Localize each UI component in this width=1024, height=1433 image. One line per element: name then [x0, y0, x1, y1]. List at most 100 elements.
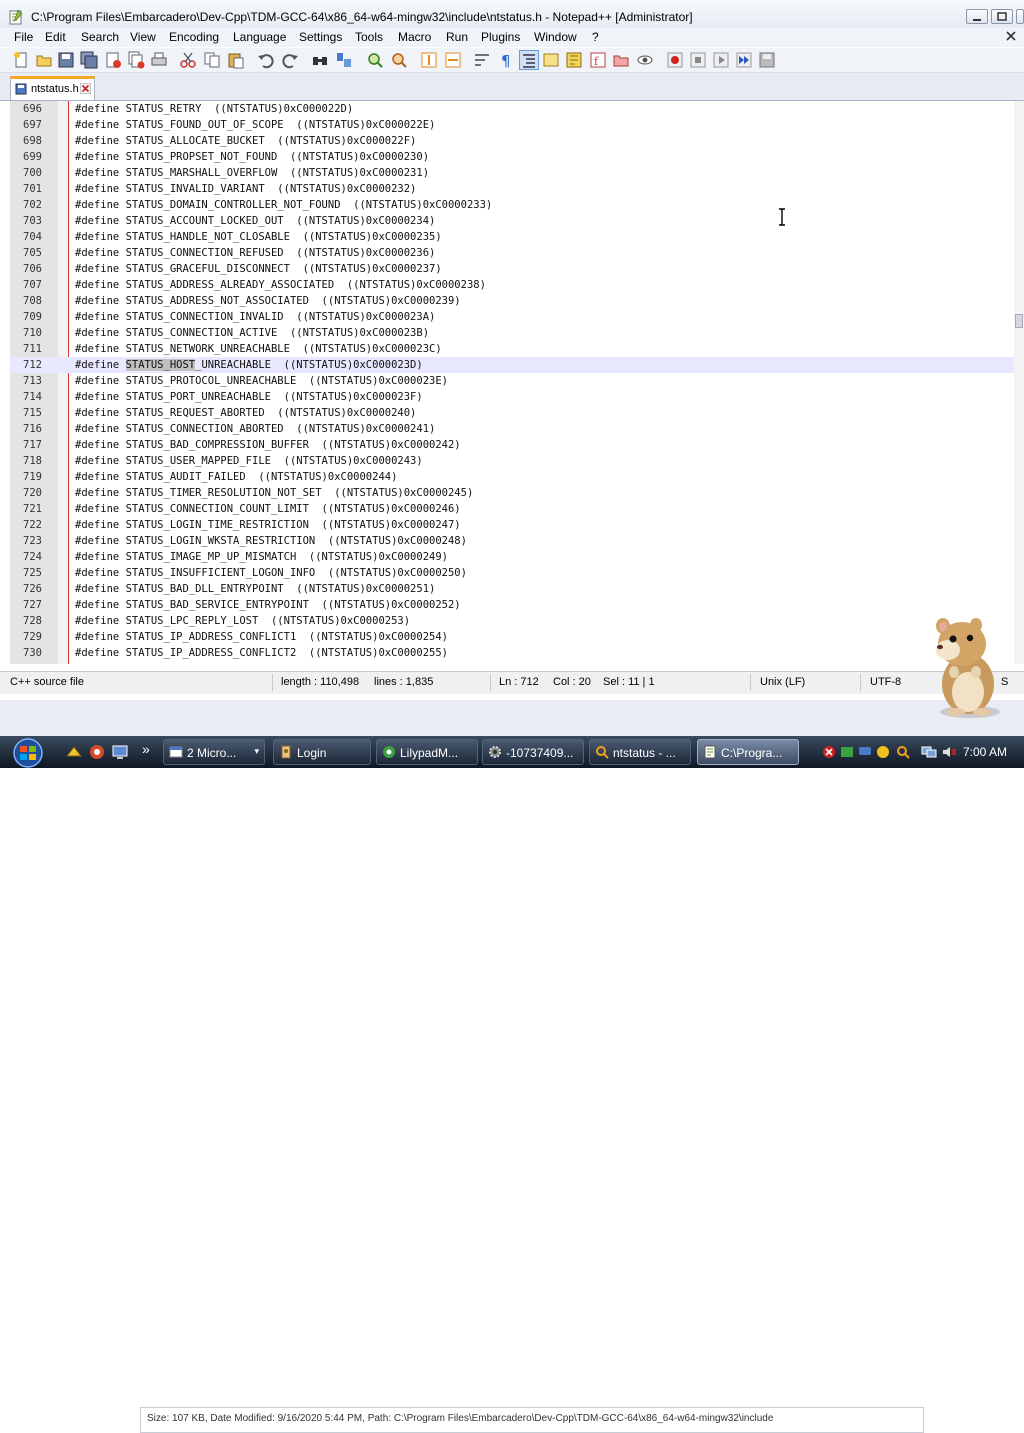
code-line[interactable]: 696 #define STATUS_RETRY ((NTSTATUS)0xC00… [10, 101, 1014, 117]
show-all-chars-icon[interactable]: ¶ [497, 51, 515, 69]
code-line[interactable]: 730 #define STATUS_IP_ADDRESS_CONFLICT2 (… [10, 645, 1014, 661]
code-line[interactable]: 697 #define STATUS_FOUND_OUT_OF_SCOPE ((N… [10, 117, 1014, 133]
code-line[interactable]: 705 #define STATUS_CONNECTION_REFUSED ((N… [10, 245, 1014, 261]
folder-workspace-icon[interactable] [612, 51, 630, 69]
quicklaunch-overflow[interactable]: » [142, 741, 158, 757]
code-line[interactable]: 710 #define STATUS_CONNECTION_ACTIVE ((NT… [10, 325, 1014, 341]
code-line[interactable]: 712 #define STATUS_HOST_UNREACHABLE ((NTS… [10, 357, 1014, 373]
menu-help[interactable]: ? [592, 30, 599, 44]
copy-icon[interactable] [203, 51, 221, 69]
stop-macro-icon[interactable] [689, 51, 707, 69]
code-line[interactable]: 721 #define STATUS_CONNECTION_COUNT_LIMIT… [10, 501, 1014, 517]
find-icon[interactable] [311, 51, 329, 69]
code-line[interactable]: 724 #define STATUS_IMAGE_MP_UP_MISMATCH (… [10, 549, 1014, 565]
code-line[interactable]: 727 #define STATUS_BAD_SERVICE_ENTRYPOINT… [10, 597, 1014, 613]
code-line[interactable]: 722 #define STATUS_LOGIN_TIME_RESTRICTION… [10, 517, 1014, 533]
close-tab-icon[interactable] [80, 83, 91, 94]
paste-icon[interactable] [227, 51, 245, 69]
menu-view[interactable]: View [130, 30, 156, 44]
zoom-in-icon[interactable] [366, 51, 384, 69]
code-line[interactable]: 699 #define STATUS_PROPSET_NOT_FOUND ((NT… [10, 149, 1014, 165]
menu-plugins[interactable]: Plugins [481, 30, 520, 44]
save-all-icon[interactable] [80, 51, 98, 69]
save-macro-icon[interactable] [758, 51, 776, 69]
show-desktop-icon[interactable] [112, 744, 128, 760]
tray-chat-icon[interactable] [857, 744, 873, 760]
task-notepadpp[interactable]: C:\Progra... [697, 739, 799, 765]
close-button[interactable] [1016, 9, 1024, 24]
menu-tools[interactable]: Tools [355, 30, 383, 44]
code-editor[interactable]: 696 #define STATUS_RETRY ((NTSTATUS)0xC00… [10, 101, 1014, 664]
task-micro[interactable]: 2 Micro... ▾ [163, 739, 265, 765]
clock[interactable]: 7:00 AM [963, 745, 1007, 759]
tab-ntstatus[interactable]: ntstatus.h [10, 76, 95, 100]
code-line[interactable]: 720 #define STATUS_TIMER_RESOLUTION_NOT_S… [10, 485, 1014, 501]
task-ntstatus-search[interactable]: ntstatus - ... [589, 739, 691, 765]
code-line[interactable]: 708 #define STATUS_ADDRESS_NOT_ASSOCIATED… [10, 293, 1014, 309]
play-macro-icon[interactable] [712, 51, 730, 69]
menu-encoding[interactable]: Encoding [169, 30, 219, 44]
menu-settings[interactable]: Settings [299, 30, 342, 44]
start-button-icon[interactable] [8, 738, 48, 768]
code-line[interactable]: 729 #define STATUS_IP_ADDRESS_CONFLICT1 (… [10, 629, 1014, 645]
close-all-icon[interactable] [127, 51, 145, 69]
code-line[interactable]: 723 #define STATUS_LOGIN_WKSTA_RESTRICTIO… [10, 533, 1014, 549]
print-icon[interactable] [150, 51, 168, 69]
code-line[interactable]: 714 #define STATUS_PORT_UNREACHABLE ((NTS… [10, 389, 1014, 405]
code-line[interactable]: 726 #define STATUS_BAD_DLL_ENTRYPOINT ((N… [10, 581, 1014, 597]
cut-icon[interactable] [179, 51, 197, 69]
replace-icon[interactable] [335, 51, 353, 69]
menu-language[interactable]: Language [233, 30, 286, 44]
code-line[interactable]: 717 #define STATUS_BAD_COMPRESSION_BUFFER… [10, 437, 1014, 453]
code-line[interactable]: 728 #define STATUS_LPC_REPLY_LOST ((NTSTA… [10, 613, 1014, 629]
close-document-icon[interactable] [1006, 31, 1016, 41]
code-line[interactable]: 715 #define STATUS_REQUEST_ABORTED ((NTST… [10, 405, 1014, 421]
vertical-scrollbar[interactable] [1014, 101, 1024, 664]
monitoring-icon[interactable] [636, 51, 654, 69]
code-line[interactable]: 711 #define STATUS_NETWORK_UNREACHABLE ((… [10, 341, 1014, 357]
doc-map-icon[interactable] [565, 51, 583, 69]
quicklaunch-shield-icon[interactable] [89, 744, 105, 760]
code-line[interactable]: 709 #define STATUS_CONNECTION_INVALID ((N… [10, 309, 1014, 325]
network-icon[interactable] [921, 744, 937, 760]
minimize-button[interactable] [966, 9, 988, 24]
menu-window[interactable]: Window [534, 30, 577, 44]
word-wrap-icon[interactable] [473, 51, 491, 69]
code-line[interactable]: 701 #define STATUS_INVALID_VARIANT ((NTST… [10, 181, 1014, 197]
code-line[interactable]: 707 #define STATUS_ADDRESS_ALREADY_ASSOCI… [10, 277, 1014, 293]
task-login[interactable]: Login [273, 739, 371, 765]
menu-search[interactable]: Search [81, 30, 119, 44]
sync-vertical-icon[interactable] [420, 51, 438, 69]
menu-run[interactable]: Run [446, 30, 468, 44]
sync-horizontal-icon[interactable] [444, 51, 462, 69]
tray-security-icon[interactable] [821, 744, 837, 760]
zoom-out-icon[interactable] [390, 51, 408, 69]
scrollbar-thumb[interactable] [1015, 314, 1023, 328]
code-line[interactable]: 718 #define STATUS_USER_MAPPED_FILE ((NTS… [10, 453, 1014, 469]
record-macro-icon[interactable] [666, 51, 684, 69]
menu-macro[interactable]: Macro [398, 30, 431, 44]
code-line[interactable]: 719 #define STATUS_AUDIT_FAILED ((NTSTATU… [10, 469, 1014, 485]
undo-icon[interactable] [257, 51, 275, 69]
indent-guide-icon[interactable] [519, 50, 539, 70]
tray-app-icon[interactable] [839, 744, 855, 760]
task-lilypad[interactable]: LilypadM... [376, 739, 478, 765]
open-file-icon[interactable] [35, 51, 53, 69]
code-line[interactable]: 706 #define STATUS_GRACEFUL_DISCONNECT ((… [10, 261, 1014, 277]
quicklaunch-media-icon[interactable] [66, 744, 82, 760]
redo-icon[interactable] [281, 51, 299, 69]
code-line[interactable]: 704 #define STATUS_HANDLE_NOT_CLOSABLE ((… [10, 229, 1014, 245]
save-icon[interactable] [57, 51, 75, 69]
user-language-icon[interactable] [542, 51, 560, 69]
code-line[interactable]: 702 #define STATUS_DOMAIN_CONTROLLER_NOT_… [10, 197, 1014, 213]
run-macro-multiple-icon[interactable] [735, 51, 753, 69]
task-process[interactable]: -10737409... [482, 739, 584, 765]
menu-edit[interactable]: Edit [45, 30, 66, 44]
maximize-button[interactable] [991, 9, 1013, 24]
code-line[interactable]: 725 #define STATUS_INSUFFICIENT_LOGON_INF… [10, 565, 1014, 581]
tray-tool-icon[interactable] [875, 744, 891, 760]
close-file-icon[interactable] [104, 51, 122, 69]
new-file-icon[interactable] [12, 51, 30, 69]
volume-muted-icon[interactable] [941, 744, 957, 760]
hamster-desktop-pet[interactable] [918, 612, 1010, 720]
